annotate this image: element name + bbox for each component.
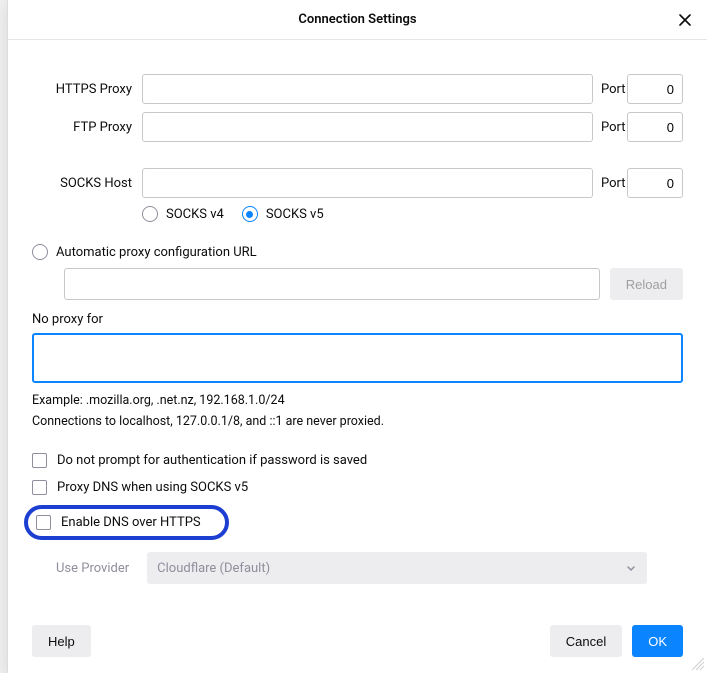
checkbox-icon: [32, 453, 47, 468]
dialog-title: Connection Settings: [298, 12, 416, 27]
https-proxy-label: HTTPS Proxy: [32, 82, 142, 97]
help-button[interactable]: Help: [32, 625, 91, 657]
connection-settings-dialog: Connection Settings HTTPS Proxy Port FTP…: [7, 0, 707, 673]
dialog-content: HTTPS Proxy Port FTP Proxy Port SOCKS Ho…: [8, 40, 707, 617]
enable-doh-checkbox[interactable]: Enable DNS over HTTPS: [36, 515, 201, 530]
https-port-input[interactable]: [627, 74, 683, 104]
provider-select[interactable]: Cloudflare (Default): [147, 552, 647, 584]
ftp-port-label: Port: [593, 120, 627, 135]
socks-host-label: SOCKS Host: [32, 176, 142, 191]
no-prompt-checkbox[interactable]: Do not prompt for authentication if pass…: [32, 453, 683, 468]
dialog-titlebar: Connection Settings: [8, 0, 707, 40]
socks-v5-label: SOCKS v5: [266, 207, 324, 222]
ftp-proxy-label: FTP Proxy: [32, 120, 142, 135]
no-proxy-example: Example: .mozilla.org, .net.nz, 192.168.…: [32, 393, 683, 408]
socks-v4-radio[interactable]: SOCKS v4: [142, 206, 224, 222]
autoconfig-row: Reload: [64, 268, 683, 300]
provider-value: Cloudflare (Default): [157, 561, 270, 576]
autoconfig-radio[interactable]: Automatic proxy configuration URL: [32, 244, 683, 260]
autoconfig-label: Automatic proxy configuration URL: [56, 245, 257, 260]
proxy-dns-checkbox[interactable]: Proxy DNS when using SOCKS v5: [32, 480, 683, 495]
no-proxy-note: Connections to localhost, 127.0.0.1/8, a…: [32, 414, 683, 429]
checkbox-icon: [36, 515, 51, 530]
ftp-proxy-input[interactable]: [142, 112, 593, 142]
ok-button[interactable]: OK: [632, 625, 683, 657]
close-button[interactable]: [675, 10, 695, 30]
close-icon: [678, 13, 692, 27]
socks-port-input[interactable]: [627, 168, 683, 198]
ftp-proxy-row: FTP Proxy Port: [32, 112, 683, 142]
socks-host-input[interactable]: [142, 168, 593, 198]
enable-doh-label: Enable DNS over HTTPS: [61, 515, 201, 530]
checkbox-icon: [32, 480, 47, 495]
resize-grip-icon[interactable]: [691, 657, 705, 671]
ftp-port-input[interactable]: [627, 112, 683, 142]
radio-icon: [32, 244, 48, 260]
https-proxy-row: HTTPS Proxy Port: [32, 74, 683, 104]
socks-v5-radio[interactable]: SOCKS v5: [242, 206, 324, 222]
no-prompt-label: Do not prompt for authentication if pass…: [57, 453, 367, 468]
proxy-dns-label: Proxy DNS when using SOCKS v5: [57, 480, 248, 495]
radio-icon: [142, 206, 158, 222]
autoconfig-url-input[interactable]: [64, 268, 600, 300]
provider-label: Use Provider: [56, 561, 129, 576]
no-proxy-label: No proxy for: [32, 312, 683, 327]
reload-button[interactable]: Reload: [610, 268, 683, 300]
socks-v4-label: SOCKS v4: [166, 207, 224, 222]
provider-row: Use Provider Cloudflare (Default): [56, 552, 683, 584]
chevron-down-icon: [625, 562, 637, 574]
dialog-footer: Help Cancel OK: [8, 617, 707, 673]
doh-highlight: Enable DNS over HTTPS: [24, 505, 229, 540]
https-proxy-input[interactable]: [142, 74, 593, 104]
no-proxy-input[interactable]: [32, 333, 683, 383]
https-port-label: Port: [593, 82, 627, 97]
socks-port-label: Port: [593, 176, 627, 191]
radio-icon: [242, 206, 258, 222]
cancel-button[interactable]: Cancel: [550, 625, 622, 657]
socks-version-group: SOCKS v4 SOCKS v5: [142, 206, 683, 230]
socks-host-row: SOCKS Host Port: [32, 168, 683, 198]
